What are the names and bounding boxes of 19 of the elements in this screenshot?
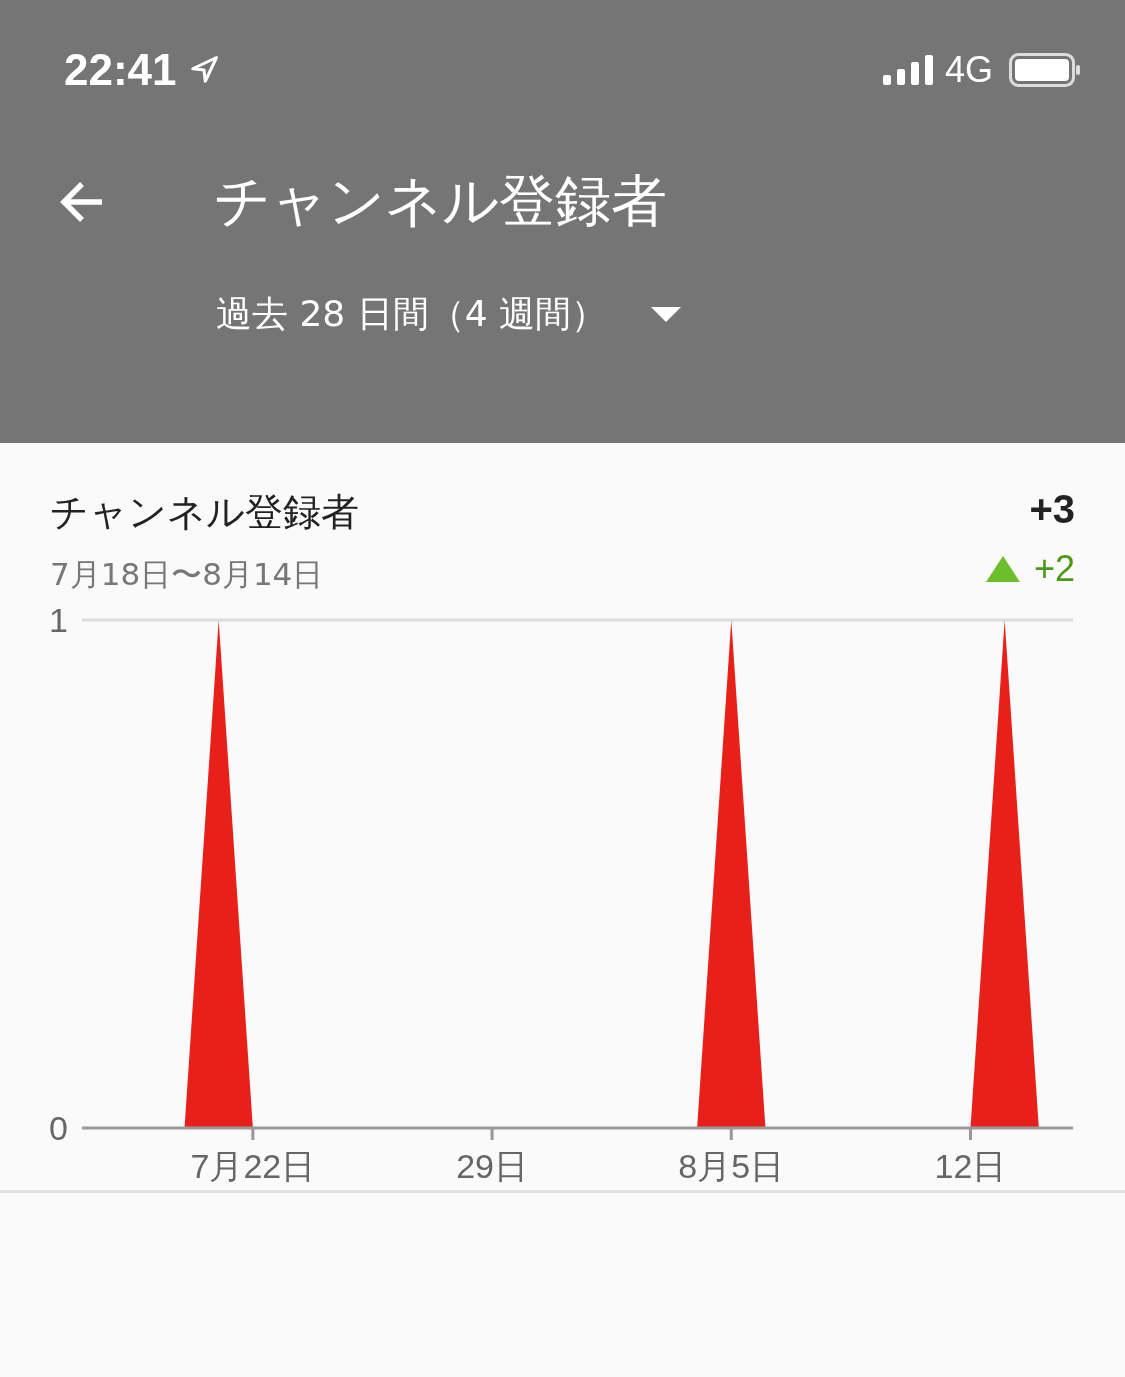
- page-title: チャンネル登録者: [214, 167, 667, 235]
- change-value: +2: [1033, 548, 1075, 590]
- x-axis-label: 7月22日: [190, 1147, 316, 1185]
- card-title: チャンネル登録者: [50, 489, 359, 536]
- signal-icon: [882, 55, 933, 85]
- total-value: +3: [1029, 487, 1075, 532]
- y-axis-label: 1: [49, 601, 68, 639]
- period-dropdown[interactable]: 過去 28 日間（4 週間）: [216, 290, 682, 339]
- battery-icon: [1009, 53, 1081, 87]
- location-arrow-icon: [188, 55, 219, 85]
- y-axis-label: 0: [49, 1109, 68, 1147]
- date-range: 7月18日〜8月14日: [50, 555, 325, 594]
- clock-time: 22:41: [64, 45, 177, 95]
- x-axis-label: 8月5日: [678, 1147, 785, 1185]
- up-triangle-icon: [985, 556, 1020, 582]
- caret-icon: [651, 306, 682, 323]
- network-type: 4G: [944, 49, 993, 91]
- x-axis-label: 29日: [456, 1147, 528, 1185]
- x-axis-label: 12日: [934, 1147, 1007, 1185]
